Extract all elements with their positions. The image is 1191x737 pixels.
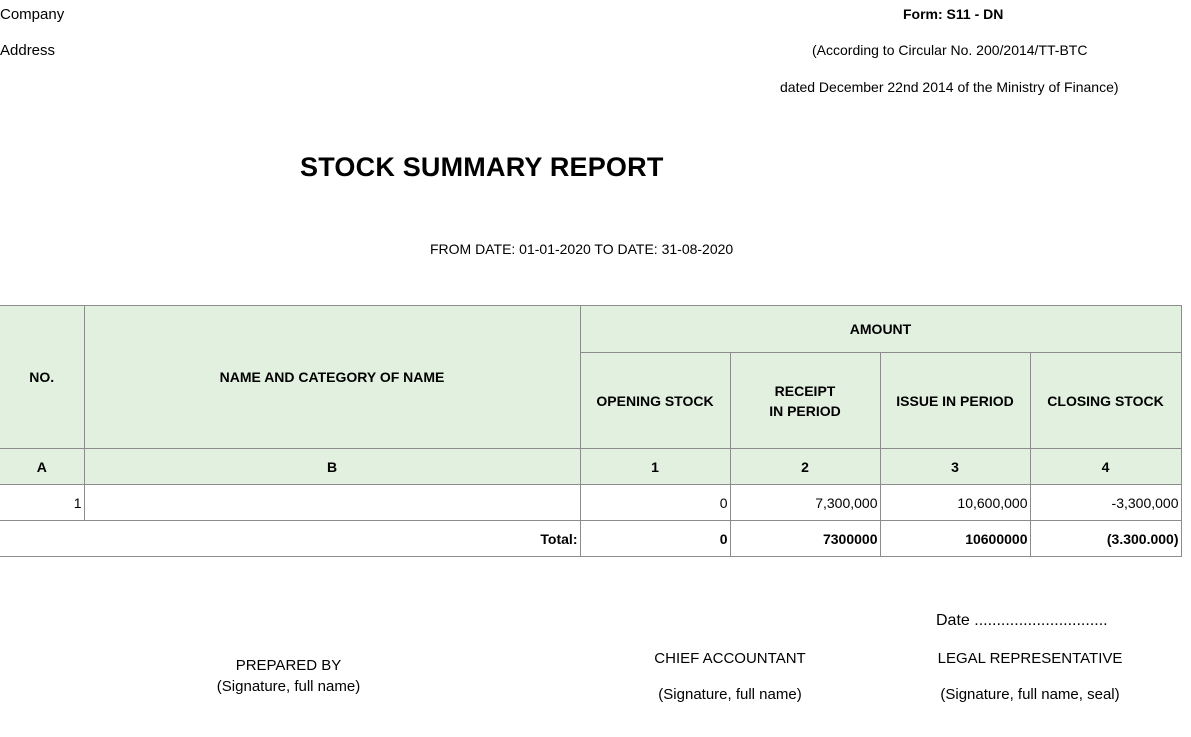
company-label: Company	[0, 6, 65, 23]
header-no: NO.	[0, 305, 85, 449]
header-issue-in-period: ISSUE IN PERIOD	[879, 352, 1031, 449]
total-receipt: 7300000	[729, 520, 881, 557]
row-no: 1	[0, 484, 85, 521]
code-3: 3	[879, 448, 1031, 485]
code-4: 4	[1029, 448, 1182, 485]
total-opening: 0	[579, 520, 731, 557]
header-name: NAME AND CATEGORY OF NAME	[83, 305, 581, 449]
header-receipt-in-period: RECEIPT IN PERIOD	[729, 352, 881, 449]
row-receipt: 7,300,000	[729, 484, 881, 521]
circular-date: dated December 22nd 2014 of the Ministry…	[780, 79, 1119, 95]
row-issue: 10,600,000	[879, 484, 1031, 521]
stock-summary-table: NO. NAME AND CATEGORY OF NAME AMOUNT OPE…	[0, 305, 1182, 557]
table-row: 1 0 7,300,000 10,600,000 -3,300,000	[0, 484, 1182, 521]
code-1: 1	[579, 448, 731, 485]
header-amount: AMOUNT	[579, 305, 1182, 353]
form-code: Form: S11 - DN	[903, 6, 1004, 22]
header-receipt-line1: RECEIPT	[774, 382, 836, 399]
row-closing: -3,300,000	[1029, 484, 1182, 521]
circular-reference: (According to Circular No. 200/2014/TT-B…	[812, 42, 1088, 58]
total-issue: 10600000	[879, 520, 1031, 557]
code-a: A	[0, 448, 85, 485]
row-name	[83, 484, 581, 521]
header-closing-stock: CLOSING STOCK	[1029, 352, 1182, 449]
total-closing: (3.300.000)	[1029, 520, 1182, 557]
code-2: 2	[729, 448, 881, 485]
row-opening: 0	[579, 484, 731, 521]
date-line: Date ..............................	[936, 612, 1108, 629]
prepared-by-label: PREPARED BY	[235, 657, 342, 674]
legal-representative-label: LEGAL REPRESENTATIVE	[937, 650, 1123, 667]
legal-representative-signature-note: (Signature, full name, seal)	[940, 686, 1120, 703]
total-row: Total: 0 7300000 10600000 (3.300.000)	[0, 520, 1182, 557]
prepared-by-signature-note: (Signature, full name)	[216, 678, 361, 695]
code-b: B	[83, 448, 581, 485]
chief-accountant-signature-note: (Signature, full name)	[658, 686, 802, 703]
total-label: Total:	[0, 520, 581, 557]
report-period: FROM DATE: 01-01-2020 TO DATE: 31-08-202…	[430, 241, 734, 257]
header-opening-stock: OPENING STOCK	[580, 352, 731, 449]
header-receipt-line2: IN PERIOD	[769, 402, 841, 419]
report-title: STOCK SUMMARY REPORT	[300, 152, 664, 182]
address-label: Address	[0, 42, 56, 59]
chief-accountant-label: CHIEF ACCOUNTANT	[654, 650, 806, 667]
